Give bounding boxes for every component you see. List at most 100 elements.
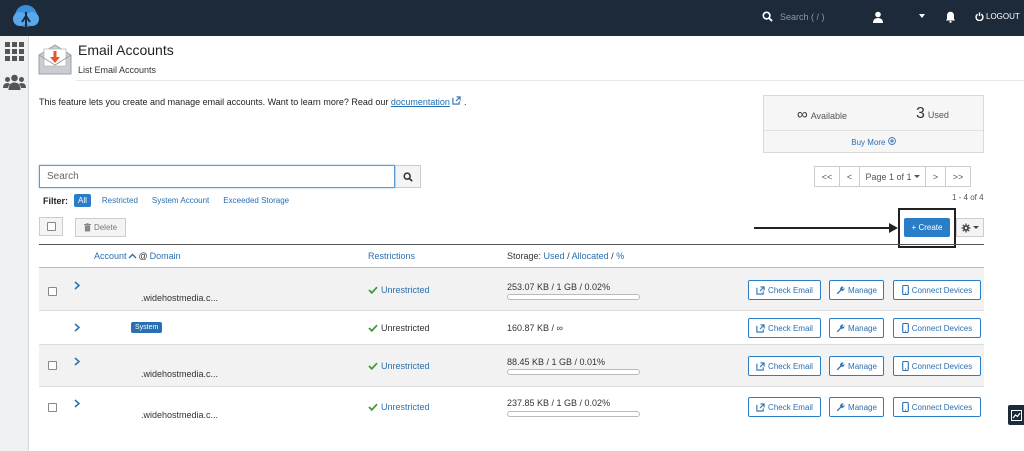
restriction-label[interactable]: Unrestricted: [381, 361, 430, 371]
external-link-icon: [756, 402, 765, 412]
available-stat: ∞ Available: [797, 106, 847, 123]
connect-devices-label: Connect Devices: [911, 285, 973, 295]
connect-devices-button[interactable]: Connect Devices: [893, 356, 981, 376]
intro-end: .: [463, 97, 467, 107]
connect-devices-button[interactable]: Connect Devices: [893, 318, 981, 338]
result-count: 1 - 4 of 4: [952, 193, 984, 202]
manage-button[interactable]: Manage: [829, 356, 884, 376]
chevron-right-icon[interactable]: [74, 399, 80, 408]
account-domain-header[interactable]: Account @ Domain: [94, 251, 181, 261]
chevron-right-icon[interactable]: [74, 323, 80, 332]
first-page-button[interactable]: <<: [814, 166, 840, 187]
domain-header[interactable]: Domain: [150, 251, 181, 261]
create-button[interactable]: + Create: [904, 218, 950, 237]
manage-button[interactable]: Manage: [829, 280, 884, 300]
filter-exceeded-storage[interactable]: Exceeded Storage: [223, 196, 289, 205]
connect-devices-label: Connect Devices: [911, 361, 973, 371]
buy-more-link[interactable]: Buy More: [764, 137, 983, 147]
system-account-badge: System: [131, 322, 163, 333]
trash-icon: [83, 223, 91, 232]
account-header[interactable]: Account: [94, 251, 127, 261]
storage-usage: 237.85 KB / 1 GB / 0.02%: [507, 398, 611, 408]
accounts-stats-box: ∞ Available 3 Used Buy More: [763, 95, 984, 153]
prev-page-button[interactable]: <: [839, 166, 860, 187]
delete-button[interactable]: Delete: [75, 218, 126, 237]
chevron-right-icon[interactable]: [74, 281, 80, 290]
users-icon[interactable]: [3, 74, 26, 92]
available-value: ∞: [797, 106, 808, 123]
page-select-label: Page 1 of 1: [865, 171, 912, 182]
delete-label: Delete: [93, 223, 118, 232]
connect-devices-label: Connect Devices: [911, 323, 973, 333]
check-email-button[interactable]: Check Email: [748, 280, 821, 300]
table-row: .widehostmedia.c... Unrestricted 253.07 …: [39, 268, 984, 311]
restriction-label[interactable]: Unrestricted: [381, 285, 430, 295]
manage-label: Manage: [848, 361, 877, 371]
title-divider: [76, 80, 1024, 81]
restriction-label[interactable]: Unrestricted: [381, 402, 430, 412]
manage-button[interactable]: Manage: [829, 397, 884, 417]
intro-text: This feature lets you create and manage …: [39, 96, 466, 107]
external-link-icon: [756, 361, 765, 371]
buy-more-label: Buy More: [851, 138, 886, 147]
select-all-checkbox[interactable]: [39, 217, 63, 236]
external-link-icon[interactable]: [452, 96, 462, 105]
bell-icon[interactable]: [945, 11, 956, 25]
chart-widget-button[interactable]: [1008, 405, 1024, 425]
connect-devices-button[interactable]: Connect Devices: [893, 397, 981, 417]
used-value: 3: [916, 105, 925, 122]
storage-sep-1: /: [567, 251, 570, 261]
account-domain: .widehostmedia.c...: [141, 293, 219, 303]
check-icon: [368, 286, 378, 294]
chevron-right-icon[interactable]: [74, 357, 80, 366]
connect-devices-label: Connect Devices: [911, 402, 973, 412]
storage-percent-header[interactable]: %: [616, 251, 624, 261]
check-email-button[interactable]: Check Email: [748, 356, 821, 376]
cloud-logo-icon[interactable]: [10, 2, 42, 34]
check-email-label: Check Email: [768, 402, 813, 412]
manage-button[interactable]: Manage: [829, 318, 884, 338]
settings-menu-button[interactable]: [956, 218, 984, 237]
storage-header: Storage: Used / Allocated / %: [507, 251, 624, 261]
restriction-status: Unrestricted: [368, 285, 430, 295]
row-checkbox[interactable]: [48, 287, 57, 296]
page-select[interactable]: Page 1 of 1: [859, 166, 926, 187]
user-menu-caret-icon[interactable]: [919, 14, 925, 18]
documentation-link[interactable]: documentation: [391, 97, 450, 107]
page-title: Email Accounts: [78, 42, 174, 58]
restriction-status: Unrestricted: [368, 402, 430, 412]
checkbox[interactable]: [46, 222, 56, 231]
check-email-button[interactable]: Check Email: [748, 397, 821, 417]
table-row: .widehostmedia.c... Unrestricted 237.85 …: [39, 387, 984, 428]
search-input[interactable]: Search: [39, 165, 395, 188]
at-symbol: @: [138, 251, 148, 261]
filter-all[interactable]: All: [74, 194, 91, 207]
row-checkbox[interactable]: [48, 361, 57, 370]
top-search[interactable]: Search ( / ): [762, 11, 825, 22]
storage-usage: 88.45 KB / 1 GB / 0.01%: [507, 357, 606, 367]
annotation-arrow: [754, 227, 891, 229]
storage-used-header[interactable]: Used: [544, 251, 565, 261]
next-page-button[interactable]: >: [925, 166, 946, 187]
row-checkbox[interactable]: [48, 403, 57, 412]
storage-allocated-header[interactable]: Allocated: [572, 251, 609, 261]
mobile-phone-icon: [901, 402, 909, 412]
storage-header-label: Storage:: [507, 251, 542, 261]
grid-icon[interactable]: [5, 42, 24, 63]
logout-button[interactable]: LOGOUT: [975, 12, 1020, 21]
connect-devices-button[interactable]: Connect Devices: [893, 280, 981, 300]
last-page-button[interactable]: >>: [945, 166, 971, 187]
manage-label: Manage: [848, 323, 877, 333]
used-stat: 3 Used: [916, 105, 949, 123]
filter-restricted[interactable]: Restricted: [102, 196, 138, 205]
page-subtitle: List Email Accounts: [78, 65, 157, 75]
check-email-label: Check Email: [768, 361, 813, 371]
search-button[interactable]: [395, 165, 421, 188]
user-icon[interactable]: [873, 11, 883, 25]
search-icon: [403, 171, 413, 182]
restrictions-header[interactable]: Restrictions: [368, 251, 415, 261]
check-email-button[interactable]: Check Email: [748, 318, 821, 338]
filter-system-account[interactable]: System Account: [152, 196, 209, 205]
wrench-icon: [836, 324, 845, 332]
filter-row: Filter: All Restricted System Account Ex…: [43, 194, 303, 207]
